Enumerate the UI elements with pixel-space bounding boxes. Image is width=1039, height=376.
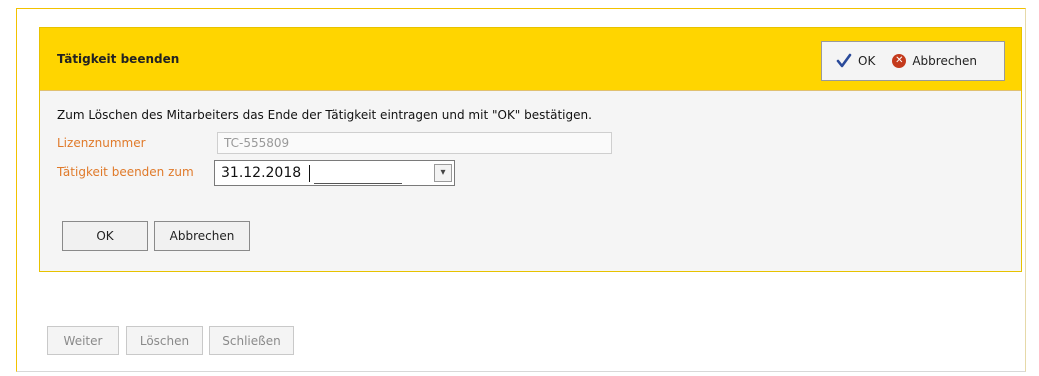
header-cancel-label: Abbrechen xyxy=(912,54,978,68)
header-ok-button[interactable]: OK xyxy=(836,53,875,69)
header-ok-label: OK xyxy=(858,54,876,68)
instruction-text: Zum Löschen des Mitarbeiters das Ende de… xyxy=(57,108,592,122)
license-number-label: Lizenznummer xyxy=(57,136,146,150)
end-date-select[interactable]: 31.12.2018 ▾ xyxy=(214,160,455,186)
end-date-value: 31.12.2018 xyxy=(221,165,302,181)
check-icon xyxy=(836,53,852,68)
ok-button[interactable]: OK xyxy=(62,221,148,251)
cancel-button[interactable]: Abbrechen xyxy=(154,221,250,251)
close-button[interactable]: Schließen xyxy=(209,326,294,355)
chevron-down-icon[interactable]: ▾ xyxy=(434,164,452,182)
end-activity-dialog: Tätigkeit beenden OK ✕ Abbrechen Zum Lös… xyxy=(39,27,1022,272)
cancel-icon: ✕ xyxy=(892,54,907,68)
dialog-header: Tätigkeit beenden OK ✕ Abbrechen xyxy=(40,28,1021,91)
license-number-field xyxy=(217,132,612,154)
next-button[interactable]: Weiter xyxy=(47,326,119,355)
header-cancel-button[interactable]: ✕ Abbrechen xyxy=(892,54,977,68)
end-date-label: Tätigkeit beenden zum xyxy=(57,165,194,179)
header-action-bar: OK ✕ Abbrechen xyxy=(821,41,1005,81)
text-cursor xyxy=(309,165,310,182)
input-underline xyxy=(314,183,402,184)
dialog-title: Tätigkeit beenden xyxy=(57,52,180,66)
delete-button[interactable]: Löschen xyxy=(126,326,203,355)
